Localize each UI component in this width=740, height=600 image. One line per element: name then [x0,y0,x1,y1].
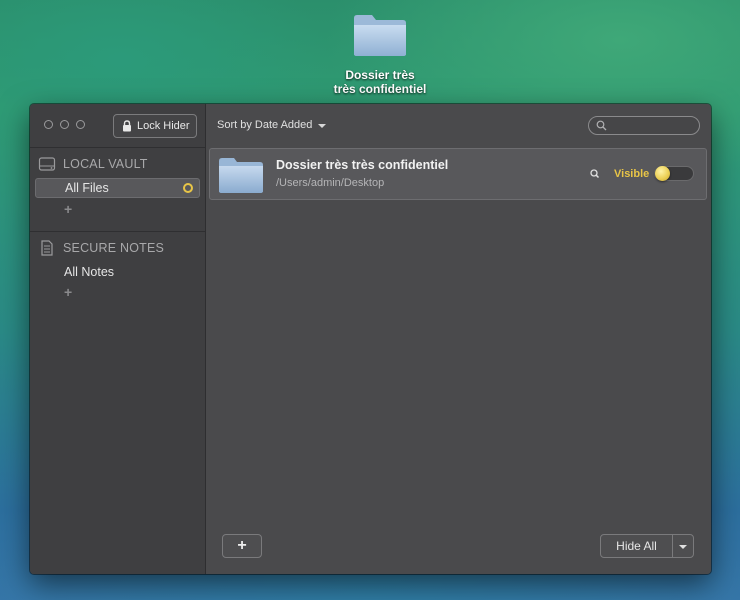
chevron-down-icon [318,123,327,128]
sidebar-divider [30,147,205,148]
lock-icon [122,120,132,132]
hide-all-menu-button[interactable] [673,535,693,557]
folder-icon [218,156,264,194]
sort-menu[interactable]: Sort by Date Added [217,119,327,131]
visibility-toggle[interactable] [654,166,694,181]
desktop-folder-label: Dossier très très confidentiel [330,68,430,96]
desktop-label-line1: Dossier très [345,68,415,82]
all-notes-label: All Notes [64,265,115,279]
add-vault-item-button[interactable]: + [64,201,72,217]
sidebar: Lock Hider LOCAL VAULT All Files + SECUR… [30,104,206,574]
lock-hider-button[interactable]: Lock Hider [113,114,197,138]
window-controls [44,120,85,129]
sidebar-divider [30,231,205,232]
main-panel: Sort by Date Added Dossier très très con… [206,104,711,574]
secure-notes-label: SECURE NOTES [63,241,165,255]
visibility-status: Visible [614,168,650,180]
file-name: Dossier très très confidentiel [276,158,449,172]
hider-window: Lock Hider LOCAL VAULT All Files + SECUR… [30,104,711,574]
toggle-knob [655,166,670,181]
close-window-button[interactable] [44,120,53,129]
all-files-label: All Files [65,181,109,195]
add-note-button[interactable]: + [64,284,72,300]
sidebar-item-all-files[interactable]: All Files [35,178,200,198]
hide-all-control: Hide All [600,534,694,558]
folder-icon [352,12,408,58]
sidebar-item-all-notes[interactable]: All Notes [35,262,200,282]
file-row[interactable]: Dossier très très confidentiel /Users/ad… [209,148,707,200]
reveal-in-finder-icon[interactable] [587,166,603,182]
minimize-window-button[interactable] [60,120,69,129]
local-vault-header: LOCAL VAULT [38,156,148,172]
disk-icon [38,156,56,172]
zoom-window-button[interactable] [76,120,85,129]
desktop-label-line2: très confidentiel [333,82,427,96]
file-path: /Users/admin/Desktop [276,177,385,189]
add-file-button[interactable]: + [222,534,262,558]
secure-notes-header: SECURE NOTES [38,240,164,256]
local-vault-label: LOCAL VAULT [63,157,148,171]
visibility-indicator-icon [183,183,193,193]
chevron-down-icon [679,544,687,549]
desktop-folder[interactable]: Dossier très très confidentiel [330,12,430,96]
search-field[interactable] [588,116,700,135]
search-input[interactable] [609,118,695,133]
search-icon [596,120,607,131]
lock-hider-label: Lock Hider [137,120,190,132]
hide-all-button[interactable]: Hide All [601,535,672,557]
sort-label: Sort by Date Added [217,119,313,131]
note-icon [38,240,56,256]
